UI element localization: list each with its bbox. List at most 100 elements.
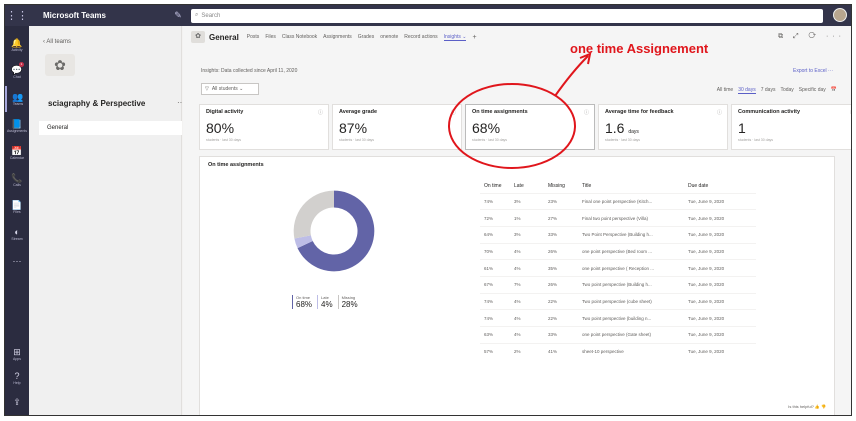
range-option[interactable]: 7 days <box>761 87 776 94</box>
table-cell: Final one point perspective (Kitch... <box>578 192 684 210</box>
all-teams-label: All teams <box>46 39 72 45</box>
rail-item-stream[interactable]: ◐ Stream <box>5 221 29 247</box>
info-icon[interactable]: ⓘ <box>584 109 589 116</box>
rail-item-chat[interactable]: 💬 Chat 1 <box>5 59 29 85</box>
tab-posts[interactable]: Posts <box>247 34 260 41</box>
table-row[interactable]: 61% 4% 35% one point perspective ( Receptio… <box>480 259 756 277</box>
add-tab-icon[interactable]: + <box>472 34 476 41</box>
card-value: 68% <box>472 120 588 136</box>
table-cell: Tue, June 9, 2020 <box>684 342 756 360</box>
rail-item-activity[interactable]: 🔔 Activity <box>5 32 29 58</box>
help-icon: ? <box>14 370 20 381</box>
insight-card[interactable]: Digital activity 80% students · last 30 d… <box>199 104 329 150</box>
table-row[interactable]: 57% 2% 41% sheet-10 perspective Tue, June 9,… <box>480 342 756 360</box>
table-row[interactable]: 74% 4% 22% Two point perspective (building … <box>480 309 756 327</box>
calendar-icon[interactable]: 📅 <box>831 87 837 94</box>
insight-card[interactable]: Communication activity 1 students · last … <box>731 104 851 150</box>
rail-item-help[interactable]: ? Help <box>5 365 29 391</box>
range-option[interactable]: Today <box>780 87 793 94</box>
info-icon[interactable]: ⓘ <box>717 109 722 116</box>
tab-record-actions[interactable]: Record actions <box>404 34 437 41</box>
table-cell: Tue, June 9, 2020 <box>684 275 756 294</box>
card-value-number: 68% <box>472 120 501 136</box>
table-cell: 22% <box>544 309 578 327</box>
time-range-selector: All time 30 days 7 days Today Specific day 📅 <box>717 87 837 94</box>
channel-item-general[interactable]: General <box>39 121 182 135</box>
rail-item-calls[interactable]: 📞 Calls <box>5 167 29 193</box>
tab-assignments[interactable]: Assignments <box>323 34 352 41</box>
card-value-number: 87% <box>339 120 368 136</box>
insight-card[interactable]: On time assignments 68% students · last 3… <box>465 104 595 150</box>
tab-onenote[interactable]: onenote <box>380 34 398 41</box>
rail-item-feedback[interactable]: ⇪ <box>5 389 29 415</box>
tab-grades[interactable]: Grades <box>358 34 374 41</box>
range-option[interactable]: Specific day <box>799 87 826 94</box>
header-actions-icon[interactable]: ⧉ ⤢ ⟳ ··· <box>778 33 845 41</box>
column-header[interactable]: On time <box>480 179 510 193</box>
table-row[interactable]: 63% 4% 33% one point perspective (Gate shee… <box>480 326 756 344</box>
compose-icon[interactable]: ✎ <box>169 10 187 21</box>
user-avatar[interactable] <box>833 8 847 22</box>
teams-icon: 👥 <box>12 91 24 102</box>
tab-files[interactable]: Files <box>265 34 276 41</box>
table-row[interactable]: 70% 4% 26% one point perspective (Bed room … <box>480 242 756 260</box>
table-cell: 61% <box>480 259 510 277</box>
range-option[interactable]: All time <box>717 87 733 94</box>
rail-item-apps[interactable]: ⊞ Apps <box>5 341 29 367</box>
table-row[interactable]: 74% 4% 22% Two point perspective (cube shee… <box>480 292 756 310</box>
table-cell: Tue, June 9, 2020 <box>684 209 756 227</box>
legend-on-time-value: 68% <box>296 300 313 309</box>
rail-item-calendar[interactable]: 📅 Calendar <box>5 140 29 166</box>
range-option[interactable]: 30 days <box>738 87 756 94</box>
table-row[interactable]: 72% 1% 27% Final two point perspective (Vil… <box>480 209 756 227</box>
export-to-excel-button[interactable]: Export to Excel ··· <box>793 68 833 74</box>
calls-icon: 📞 <box>11 172 23 183</box>
search-input[interactable]: ⌕ Search <box>191 8 823 23</box>
insight-card[interactable]: Average grade 87% students · last 30 days… <box>332 104 462 150</box>
feedback-prompt[interactable]: Is this helpful? 👍 👎 <box>788 404 826 409</box>
all-teams-link[interactable]: ‹ All teams <box>43 39 71 45</box>
rail-label: Help <box>13 380 21 385</box>
annotation-text: one time Assignement <box>570 41 709 56</box>
tab-insights[interactable]: Insights ⌄ <box>443 34 467 41</box>
table-cell: one point perspective (Gate sheet) <box>578 326 684 344</box>
rail-item-assignments[interactable]: 📘 Assignments <box>5 113 29 139</box>
donut-legend: On time 68% Late 4% Missing 28% <box>292 295 358 309</box>
app-launcher-icon[interactable]: ⋮⋮ <box>5 5 29 26</box>
tab-class-notebook[interactable]: Class Notebook <box>282 34 317 41</box>
notification-badge: 1 <box>19 62 24 67</box>
info-icon[interactable]: ⓘ <box>318 109 323 116</box>
rail-item-files[interactable]: 📄 Files <box>5 194 29 220</box>
panel-title: On time assignments <box>208 162 264 168</box>
rail-item-more[interactable]: ··· <box>5 248 29 274</box>
card-value-number: 1 <box>738 120 746 136</box>
table-cell: 4% <box>510 326 544 344</box>
student-filter-dropdown[interactable]: ▽ All students ⌄ <box>201 83 259 95</box>
table-row[interactable]: 74% 3% 23% Final one point perspective (Kit… <box>480 192 756 210</box>
table-cell: 35% <box>544 259 578 277</box>
on-time-donut-chart <box>293 190 375 272</box>
calendar-icon: 📅 <box>11 145 23 156</box>
info-icon[interactable]: ⓘ <box>850 109 851 116</box>
card-subtitle: students · last 30 days <box>339 138 375 142</box>
table-cell: 3% <box>510 192 544 210</box>
column-header[interactable]: Missing <box>544 179 578 193</box>
table-row[interactable]: 67% 7% 26% Two point perspective (Building … <box>480 275 756 294</box>
table-cell: sheet-10 perspective <box>578 342 684 360</box>
table-cell: 74% <box>480 192 510 210</box>
insight-card[interactable]: Average time for feedback 1.6 days student… <box>598 104 728 150</box>
donut-slice-missing[interactable] <box>293 190 334 239</box>
rail-label: Teams <box>12 101 24 106</box>
column-header[interactable]: Due date <box>684 179 756 193</box>
table-cell: one point perspective ( Reception ... <box>578 259 684 277</box>
teams-panel: ‹ All teams ✿ sciagraphy & Perspective ·… <box>29 26 185 415</box>
column-header[interactable]: Title <box>578 179 684 193</box>
card-value: 1 <box>738 120 851 136</box>
column-header[interactable]: Late <box>510 179 544 193</box>
card-value-unit: days <box>628 129 639 135</box>
card-subtitle: students · last 30 days <box>206 138 242 142</box>
table-row[interactable]: 64% 3% 33% Two Point Perspective (Building … <box>480 225 756 244</box>
team-name[interactable]: sciagraphy & Perspective <box>48 99 145 108</box>
rail-item-teams[interactable]: 👥 Teams <box>5 86 29 112</box>
info-icon[interactable]: ⓘ <box>451 109 456 116</box>
